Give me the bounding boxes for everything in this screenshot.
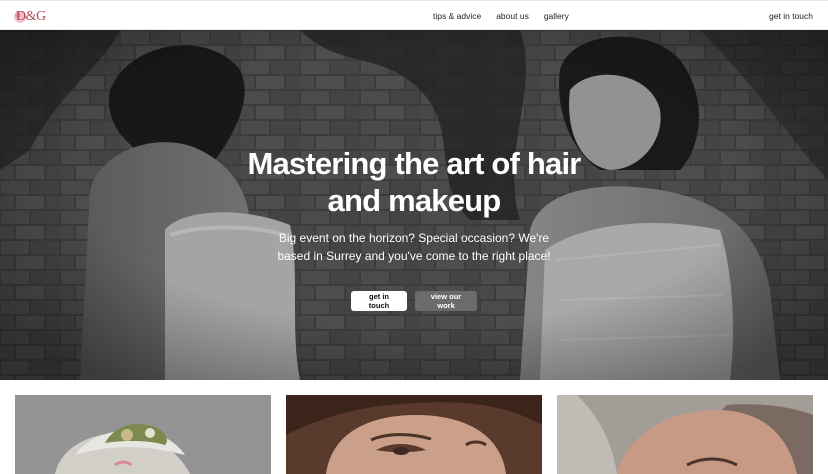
gallery-card-2[interactable] xyxy=(286,395,542,474)
top-nav: D&G tips & advice about us gallery get i… xyxy=(0,0,828,30)
gallery-card-1[interactable] xyxy=(15,395,271,474)
nav-link-tips[interactable]: tips & advice xyxy=(433,11,481,21)
get-in-touch-button[interactable]: get in touch xyxy=(351,291,407,311)
nav-get-in-touch-link[interactable]: get in touch xyxy=(769,1,813,31)
nav-links: tips & advice about us gallery xyxy=(433,1,569,31)
gallery-card-2-image xyxy=(286,395,542,474)
nav-link-about[interactable]: about us xyxy=(496,11,529,21)
hero: Mastering the art of hair and makeup Big… xyxy=(0,30,828,380)
page: D&G tips & advice about us gallery get i… xyxy=(0,0,828,474)
hero-title: Mastering the art of hair and makeup xyxy=(214,145,614,219)
gallery-card-1-image xyxy=(15,395,271,474)
logo-text: D&G xyxy=(16,9,46,24)
logo[interactable]: D&G xyxy=(13,7,49,28)
hero-subtitle: Big event on the horizon? Special occasi… xyxy=(277,231,551,263)
gallery-cards xyxy=(15,395,813,474)
gallery-card-3-image xyxy=(557,395,813,474)
nav-link-gallery[interactable]: gallery xyxy=(544,11,569,21)
hero-title-line-2: and makeup xyxy=(327,183,502,218)
view-our-work-button[interactable]: view our work xyxy=(415,291,477,311)
hero-buttons: get in touch view our work xyxy=(351,291,477,311)
hero-title-line-1: Mastering the art of hair xyxy=(247,146,581,181)
gallery-card-3[interactable] xyxy=(557,395,813,474)
